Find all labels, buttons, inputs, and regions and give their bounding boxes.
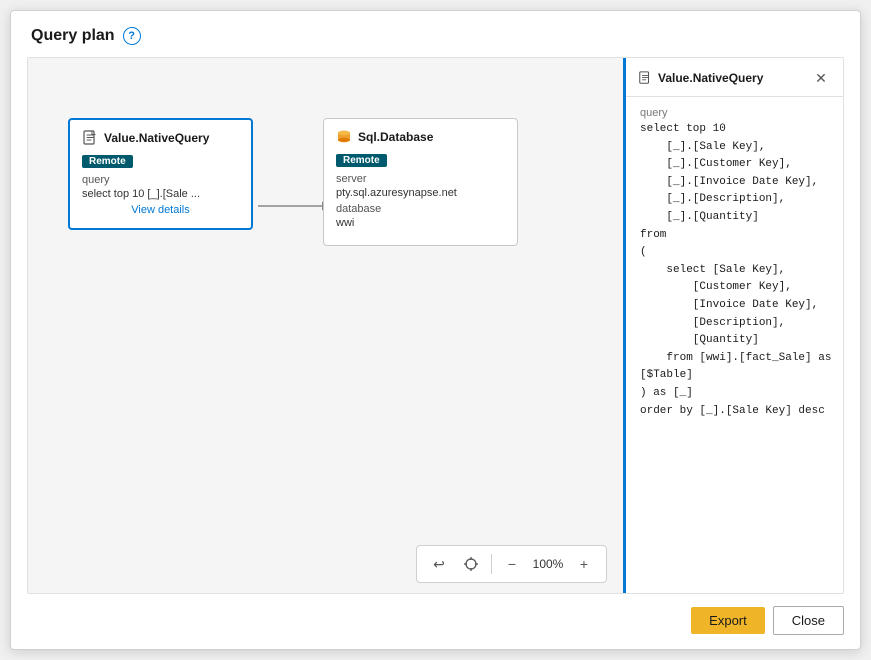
sql-database-badge: Remote <box>336 154 387 167</box>
zoom-out-btn[interactable]: − <box>498 550 526 578</box>
detail-doc-icon <box>638 71 652 85</box>
sql-database-db-label: database <box>336 203 505 215</box>
detail-panel-close-btn[interactable]: ✕ <box>811 68 831 88</box>
detail-panel-header: Value.NativeQuery ✕ <box>626 58 843 97</box>
query-code: select top 10 [_].[Sale Key], [_].[Custo… <box>640 121 829 420</box>
zoom-in-btn[interactable]: + <box>570 550 598 578</box>
sql-database-title: Sql.Database <box>358 130 433 144</box>
dialog-footer: Export Close <box>11 594 860 649</box>
undo-btn[interactable]: ↩ <box>425 550 453 578</box>
toolbar-divider <box>491 554 492 574</box>
native-query-badge: Remote <box>82 155 133 168</box>
sql-database-db-value: wwi <box>336 217 505 229</box>
native-query-node[interactable]: Value.NativeQuery Remote query select to… <box>68 118 253 230</box>
detail-panel-title: Value.NativeQuery <box>638 71 763 85</box>
query-label: query <box>640 107 829 119</box>
detail-panel-content: query select top 10 [_].[Sale Key], [_].… <box>626 97 843 593</box>
sql-database-server-label: server <box>336 173 505 185</box>
native-query-prop-value: select top 10 [_].[Sale ... <box>82 188 239 200</box>
database-icon <box>336 129 352 145</box>
native-query-title: Value.NativeQuery <box>104 131 209 145</box>
dialog-header: Query plan ? <box>11 11 860 57</box>
sql-database-server-value: pty.sql.azuresynapse.net <box>336 187 505 199</box>
fit-icon <box>463 556 479 572</box>
dialog-title: Query plan <box>31 27 115 45</box>
view-details-link[interactable]: View details <box>82 204 239 216</box>
close-button[interactable]: Close <box>773 606 844 635</box>
fit-btn[interactable] <box>457 550 485 578</box>
detail-panel: Value.NativeQuery ✕ query select top 10 … <box>623 58 843 593</box>
native-query-node-header: Value.NativeQuery <box>82 130 239 146</box>
sql-database-node-header: Sql.Database <box>336 129 505 145</box>
help-icon[interactable]: ? <box>123 27 141 45</box>
canvas-area: Value.NativeQuery Remote query select to… <box>28 58 623 593</box>
zoom-value: 100% <box>530 557 566 571</box>
query-plan-dialog: Query plan ? Value.NativeQuery Remote <box>10 10 861 650</box>
native-query-prop-label: query <box>82 174 239 186</box>
document-icon <box>82 130 98 146</box>
sql-database-node[interactable]: Sql.Database Remote server pty.sql.azure… <box>323 118 518 246</box>
canvas-toolbar: ↩ − 100% + <box>416 545 607 583</box>
dialog-body: Value.NativeQuery Remote query select to… <box>27 57 844 594</box>
export-button[interactable]: Export <box>691 607 765 634</box>
